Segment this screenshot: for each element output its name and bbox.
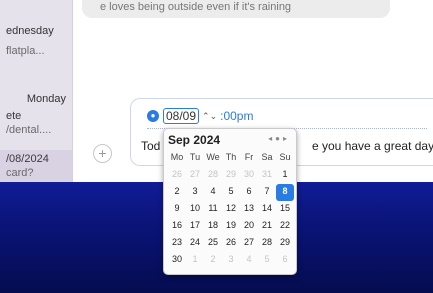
calendar-day[interactable]: 21 xyxy=(258,218,276,235)
weekday-label: Su xyxy=(279,152,291,162)
calendar-day[interactable]: 1 xyxy=(276,167,294,184)
today-icon[interactable]: ● xyxy=(275,134,283,143)
calendar-day[interactable]: 27 xyxy=(186,167,204,184)
conversation-contact: ete xyxy=(6,110,22,122)
conversation-sidebar: ednesday flatpla... Monday ete /dental..… xyxy=(0,0,73,182)
weekday-label: Tu xyxy=(189,152,201,162)
calendar-day[interactable]: 9 xyxy=(168,201,186,218)
time-field[interactable]: :00pm xyxy=(220,109,253,123)
clock-icon[interactable]: ● xyxy=(147,110,159,122)
calendar-day[interactable]: 27 xyxy=(240,235,258,252)
calendar-day[interactable]: 20 xyxy=(240,218,258,235)
calendar-day[interactable]: 22 xyxy=(276,218,294,235)
conversation-snippet: /dental.... xyxy=(6,124,52,136)
conversation-date: /08/2024 xyxy=(6,153,49,165)
month-label: Sep 2024 xyxy=(168,133,221,147)
schedule-row: ● 08/09 ⌃⌄ :00pm xyxy=(147,108,253,124)
month-nav: ◂●▸ xyxy=(268,134,290,143)
weekday-label: Fr xyxy=(244,152,254,162)
calendar-day[interactable]: 11 xyxy=(204,201,222,218)
calendar-day[interactable]: 6 xyxy=(240,184,258,201)
message-bubble: e loves being outside even if it's raini… xyxy=(82,0,390,18)
calendar-day[interactable]: 7 xyxy=(258,184,276,201)
conversation-snippet: flatpla... xyxy=(6,45,45,57)
calendar-day[interactable]: 30 xyxy=(240,167,258,184)
calendar-day[interactable]: 28 xyxy=(258,235,276,252)
date-field[interactable]: 08/09 xyxy=(163,108,200,124)
calendar-day[interactable]: 17 xyxy=(186,218,204,235)
calendar-day[interactable]: 5 xyxy=(258,252,276,269)
add-button[interactable]: + xyxy=(93,144,112,163)
stepper-icon[interactable]: ⌃⌄ xyxy=(202,111,217,122)
calendar-day[interactable]: 28 xyxy=(204,167,222,184)
calendar-day[interactable]: 12 xyxy=(222,201,240,218)
calendar-day[interactable]: 31 xyxy=(258,167,276,184)
calendar-day[interactable]: 24 xyxy=(186,235,204,252)
message-text-end[interactable]: e you have a great day! xyxy=(312,139,433,153)
calendar-day[interactable]: 13 xyxy=(240,201,258,218)
calendar-day[interactable]: 3 xyxy=(222,252,240,269)
weekday-label: We xyxy=(206,152,220,162)
conversation-item-selected[interactable]: /08/2024 card? xyxy=(0,150,72,182)
calendar-day[interactable]: 6 xyxy=(276,252,294,269)
calendar-day[interactable]: 4 xyxy=(240,252,258,269)
weekday-label: Sa xyxy=(261,152,273,162)
conversation-snippet: card? xyxy=(6,167,34,179)
conversation-date: Monday xyxy=(26,93,66,105)
calendar-day[interactable]: 29 xyxy=(222,167,240,184)
calendar-day[interactable]: 3 xyxy=(186,184,204,201)
calendar-day[interactable]: 10 xyxy=(186,201,204,218)
weekday-label: Mo xyxy=(170,152,184,162)
calendar-day[interactable]: 29 xyxy=(276,235,294,252)
calendar-day[interactable]: 26 xyxy=(222,235,240,252)
calendar-day[interactable]: 19 xyxy=(222,218,240,235)
conversation-date: ednesday xyxy=(6,25,54,37)
message-text-start[interactable]: Tod xyxy=(141,139,160,153)
calendar-day[interactable]: 1 xyxy=(186,252,204,269)
day-grid: 26 27 28 29 30 31 1 2 3 4 5 6 7 8 9 10 11 12 13 14 15 16 17 18 1… xyxy=(168,167,294,269)
calendar-day[interactable]: 18 xyxy=(204,218,222,235)
date-picker-popup[interactable]: Sep 2024 ◂●▸ Mo Tu We Th Fr Sa Su 26 27 28 29 30 31… xyxy=(163,128,297,275)
conversation-item[interactable]: Monday ete /dental.... xyxy=(0,92,72,137)
calendar-day[interactable]: 25 xyxy=(204,235,222,252)
calendar-day[interactable]: 30 xyxy=(168,252,186,269)
calendar-day[interactable]: 15 xyxy=(276,201,294,218)
calendar-day-selected[interactable]: 8 xyxy=(276,184,294,201)
calendar-day[interactable]: 26 xyxy=(168,167,186,184)
calendar-day[interactable]: 2 xyxy=(204,252,222,269)
calendar-day[interactable]: 23 xyxy=(168,235,186,252)
calendar-day[interactable]: 2 xyxy=(168,184,186,201)
calendar-day[interactable]: 16 xyxy=(168,218,186,235)
weekday-label: Th xyxy=(225,152,237,162)
weekday-header: Mo Tu We Th Fr Sa Su xyxy=(168,152,294,162)
conversation-item[interactable]: ednesday flatpla... xyxy=(0,24,72,58)
calendar-day[interactable]: 4 xyxy=(204,184,222,201)
calendar-day[interactable]: 5 xyxy=(222,184,240,201)
next-month-icon[interactable]: ▸ xyxy=(283,134,290,143)
calendar-day[interactable]: 14 xyxy=(258,201,276,218)
